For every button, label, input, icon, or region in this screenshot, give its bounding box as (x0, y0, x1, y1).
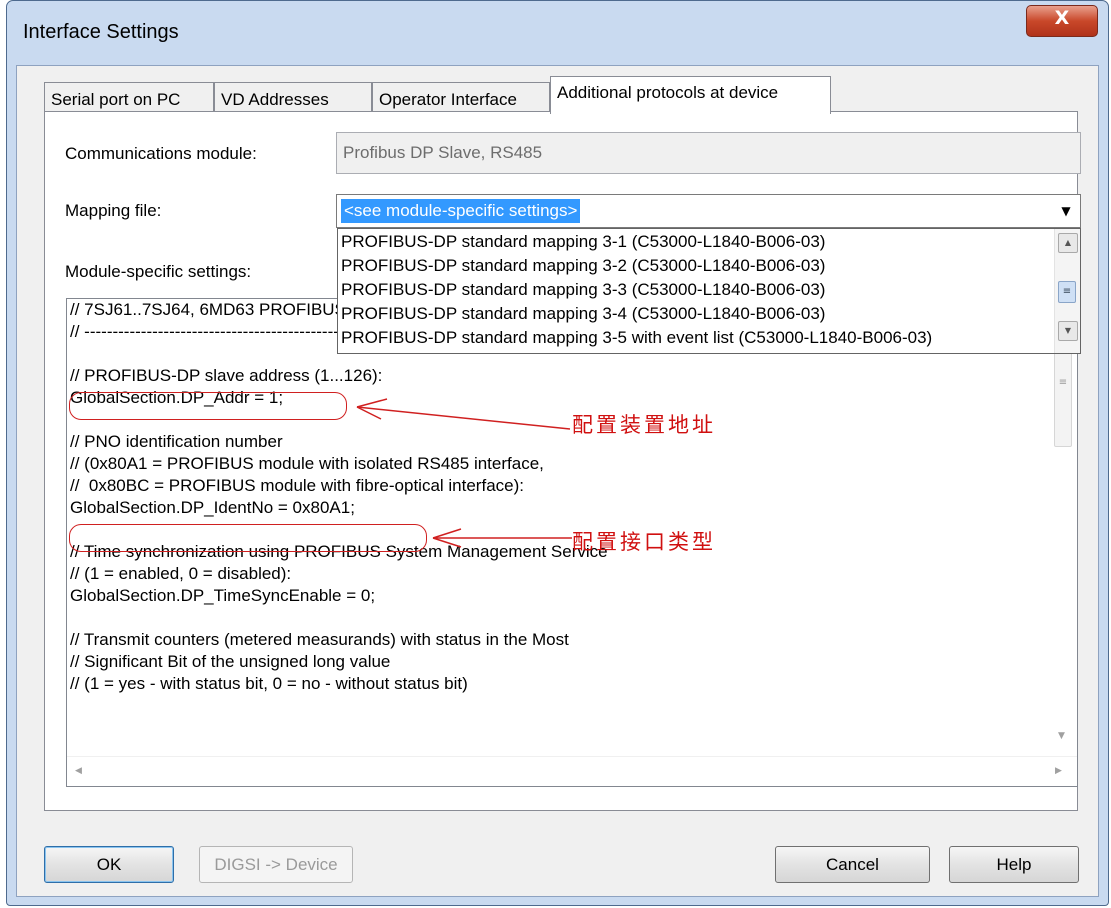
scroll-left-icon[interactable]: ◀ (75, 766, 82, 776)
interface-settings-window: Interface Settings X Serial port on PC V… (6, 0, 1109, 906)
code-line: GlobalSection.DP_TimeSyncEnable = 0; (70, 586, 376, 605)
module-settings-editor[interactable]: // 7SJ61..7SJ64, 6MD63 PROFIBUS // -----… (66, 298, 1078, 787)
editor-vertical-scrollbar[interactable]: ▲ ≡ ▼ (1049, 299, 1077, 757)
address-annotation-arrow (356, 398, 571, 430)
code-text[interactable]: // 7SJ61..7SJ64, 6MD63 PROFIBUS // -----… (70, 299, 1045, 695)
interface-annotation-oval (69, 524, 427, 552)
dropdown-option-3-3[interactable]: PROFIBUS-DP standard mapping 3-3 (C53000… (341, 280, 825, 300)
code-line: // Transmit counters (metered measurands… (70, 630, 569, 649)
code-line: // (1 = enabled, 0 = disabled): (70, 564, 292, 583)
dropdown-option-3-2[interactable]: PROFIBUS-DP standard mapping 3-2 (C53000… (341, 256, 825, 276)
cancel-button[interactable]: Cancel (775, 846, 930, 883)
code-line: // Significant Bit of the unsigned long … (70, 652, 391, 671)
scroll-thumb[interactable]: ≡ (1058, 281, 1076, 303)
scroll-up-icon[interactable]: ▲ (1058, 233, 1078, 253)
title-bar[interactable]: Interface Settings X (7, 1, 1108, 67)
dropdown-scrollbar[interactable]: ▲ ≡ ▼ (1054, 229, 1080, 353)
dialog-client-area: Serial port on PC VD Addresses Operator … (16, 65, 1099, 897)
editor-horizontal-scrollbar[interactable]: ◀ ▶ (67, 756, 1077, 786)
dropdown-option-3-5[interactable]: PROFIBUS-DP standard mapping 3-5 with ev… (341, 328, 932, 348)
address-annotation-text: 配置装置地址 (572, 413, 716, 437)
close-button[interactable]: X (1026, 5, 1098, 37)
close-icon: X (1054, 7, 1070, 29)
mapping-file-combobox[interactable]: <see module-specific settings> ▼ (336, 194, 1081, 228)
dropdown-arrow-icon[interactable]: ▼ (1053, 196, 1079, 226)
mapping-file-label: Mapping file: (65, 201, 162, 220)
communications-module-label: Communications module: (65, 144, 257, 163)
code-line: // (0x80A1 = PROFIBUS module with isolat… (70, 454, 544, 473)
digsi-to-device-button[interactable]: DIGSI -> Device (199, 846, 353, 883)
code-line: // PROFIBUS-DP slave address (1...126): (70, 366, 383, 385)
mapping-file-dropdown-list[interactable]: PROFIBUS-DP standard mapping 3-1 (C53000… (337, 228, 1081, 354)
code-line: // (1 = yes - with status bit, 0 = no - … (70, 674, 468, 693)
tab-vd-addresses[interactable]: VD Addresses (214, 82, 372, 112)
dropdown-option-3-1[interactable]: PROFIBUS-DP standard mapping 3-1 (C53000… (341, 232, 825, 252)
scroll-down-icon[interactable]: ▼ (1058, 321, 1078, 341)
communications-module-field: Profibus DP Slave, RS485 (336, 132, 1081, 174)
ok-button[interactable]: OK (44, 846, 174, 883)
scroll-right-icon[interactable]: ▶ (1055, 766, 1062, 776)
address-annotation-oval (69, 392, 347, 420)
tab-serial-port[interactable]: Serial port on PC (44, 82, 214, 112)
mapping-file-selected-value: <see module-specific settings> (341, 199, 581, 223)
help-button[interactable]: Help (949, 846, 1079, 883)
tab-operator-interface[interactable]: Operator Interface (372, 82, 550, 112)
tab-additional-protocols[interactable]: Additional protocols at device (550, 76, 831, 114)
tab-panel-additional-protocols: Communications module: Profibus DP Slave… (44, 111, 1081, 811)
code-line: // 0x80BC = PROFIBUS module with fibre-o… (70, 476, 524, 495)
module-specific-settings-label: Module-specific settings: (65, 262, 252, 281)
window-title: Interface Settings (23, 21, 179, 43)
interface-annotation-text: 配置接口类型 (572, 530, 716, 554)
scroll-down-icon[interactable]: ▼ (1058, 731, 1065, 741)
code-line: GlobalSection.DP_IdentNo = 0x80A1; (70, 498, 355, 517)
dropdown-option-3-4[interactable]: PROFIBUS-DP standard mapping 3-4 (C53000… (341, 304, 825, 324)
interface-annotation-arrow (432, 528, 572, 548)
